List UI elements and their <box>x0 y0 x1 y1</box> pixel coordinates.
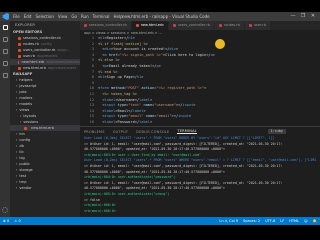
gear-icon[interactable] <box>2 207 8 213</box>
bottom-panel: PROBLEMS OUTPUT DEBUG CONSOLE TERMINAL 1: r… <box>80 126 320 217</box>
file-type-icon <box>18 60 20 64</box>
chevron-right-icon: › <box>20 120 22 124</box>
terminal-select[interactable]: 1: ruby <box>267 129 286 134</box>
extensions-icon-glyph <box>2 72 8 78</box>
menu-item-run[interactable]: Run <box>81 14 89 19</box>
code-editor[interactable]: 1 <h1>Register</h1> 2 <% if flash[:notice] … <box>80 36 320 126</box>
tree-item-label: new.html.erb <box>31 126 54 130</box>
tab-users-controller-rb[interactable]: users_controller.rb <box>168 21 215 30</box>
editor-tabs: sessions_controller.rb new.html.erb users_… <box>80 21 320 30</box>
status-item[interactable]: UTF-8 <box>265 219 275 223</box>
tab-sessions-controller-rb[interactable]: sessions_controller.rb <box>80 21 132 30</box>
open-editor-path: app/c... <box>57 48 71 52</box>
warnings-indicator[interactable]: ⚠ 0 <box>14 219 20 223</box>
open-editor-path: app/views/users <box>47 66 77 70</box>
tab-user-rb[interactable]: user.rb <box>244 21 271 30</box>
menu-bar: File Edit Selection View Go Run Terminal Help <box>13 14 127 19</box>
minimize-button[interactable]: — <box>288 13 298 19</box>
source-control-icon-glyph <box>2 48 8 54</box>
file-type-icon <box>18 42 21 46</box>
run-icon[interactable] <box>0 57 10 69</box>
files-icon-glyph <box>2 24 8 30</box>
tree-item[interactable]: › vendor <box>10 185 80 191</box>
panel-tab-terminal[interactable]: TERMINAL <box>177 129 197 134</box>
explorer-header: EXPLORER <box>15 23 35 27</box>
file-type-icon <box>84 24 87 27</box>
file-icon <box>24 126 27 130</box>
line-number: 16 <box>89 119 94 124</box>
menu-item-selection[interactable]: Selection <box>35 14 53 19</box>
chevron-right-icon: › <box>16 186 18 190</box>
code-line[interactable]: 16 <label>Password</label> <box>80 120 320 126</box>
tab-label: sessions_controller.rb <box>89 23 127 27</box>
close-button[interactable]: ✕ <box>308 13 318 19</box>
code-text: <h1>Sign up Page</h1> <box>98 75 144 80</box>
vscode-logo-icon <box>2 13 9 20</box>
file-type-icon <box>18 36 21 40</box>
maximize-button[interactable]: ❐ <box>298 13 308 19</box>
video-frame: File Edit Selection View Go Run Terminal Help n… <box>0 0 320 240</box>
tab-new-html-erb[interactable]: new.html.erb <box>131 21 169 30</box>
mouse-cursor-highlight <box>215 39 225 49</box>
panel-tab-output[interactable]: OUTPUT <box>113 130 128 134</box>
status-item[interactable]: Ln 4, Col 9 <box>219 219 238 223</box>
tab-routes-rb[interactable]: routes.rb <box>214 21 245 30</box>
source-control-icon[interactable] <box>0 45 10 57</box>
file-type-icon <box>18 48 21 52</box>
status-item[interactable]: Spaces: 2 <box>243 219 260 223</box>
tree-item-label: vendor <box>19 186 32 190</box>
status-item[interactable]: 🔔 <box>313 219 317 223</box>
terminal-line: => #<User id: 1, email: "user@mail.com",… <box>84 163 283 168</box>
panel-tab-debug-console[interactable]: DEBUG CONSOLE <box>136 130 169 134</box>
terminal-line: irb(main):006:0> <box>84 208 116 213</box>
errors-indicator[interactable]: ⊗ 0 <box>3 219 9 223</box>
vscode-window: File Edit Selection View Go Run Terminal Help n… <box>0 12 320 225</box>
menu-item-view[interactable]: View <box>58 14 68 19</box>
explorer-sidebar: EXPLORER OPEN EDITORS sessions_controlle… <box>10 21 80 217</box>
file-type-icon <box>172 24 176 27</box>
search-icon-glyph <box>2 36 8 42</box>
run-icon-glyph <box>2 60 8 66</box>
file-type-icon <box>218 24 222 27</box>
menu-item-terminal[interactable]: Terminal <box>93 14 110 19</box>
status-item[interactable]: HTML <box>289 219 299 223</box>
code-text: <label>Password</label> <box>98 119 153 124</box>
tab-label: users_controller.rb <box>177 23 210 27</box>
extensions-icon[interactable] <box>0 69 10 81</box>
file-type-icon <box>248 24 252 27</box>
window-title: new.html.erb - railsapp - Visual Studio … <box>122 14 210 19</box>
tab-label: routes.rb <box>223 23 240 27</box>
status-item[interactable]: ☺ <box>304 219 308 223</box>
activity-bar <box>0 21 10 217</box>
search-icon[interactable] <box>0 33 10 45</box>
tab-label: user.rb <box>253 23 266 27</box>
file-type-icon <box>18 54 21 58</box>
terminal-output[interactable]: User Load (0.3ms) SELECT "users".* FROM … <box>80 136 320 214</box>
status-bar: ⊗ 0 ⚠ 0 Ln 4, Col 9 Spaces: 2 UTF-8 LF HTML ☺ 🔔 <box>0 217 320 225</box>
file-type-icon <box>18 66 21 70</box>
file-type-icon <box>135 24 139 27</box>
tab-label: new.html.erb <box>140 23 164 27</box>
panel-tab-problems[interactable]: PROBLEMS <box>84 130 105 134</box>
menu-item-go[interactable]: Go <box>71 14 77 19</box>
menu-item-edit[interactable]: Edit <box>24 14 32 19</box>
menu-item-file[interactable]: File <box>13 14 20 19</box>
title-bar: File Edit Selection View Go Run Terminal Help n… <box>0 12 320 21</box>
chevron-right-icon: › <box>16 108 18 112</box>
files-icon[interactable] <box>0 21 10 33</box>
status-item[interactable]: LF <box>280 219 284 223</box>
window-controls: — ❐ ✕ <box>288 13 318 19</box>
